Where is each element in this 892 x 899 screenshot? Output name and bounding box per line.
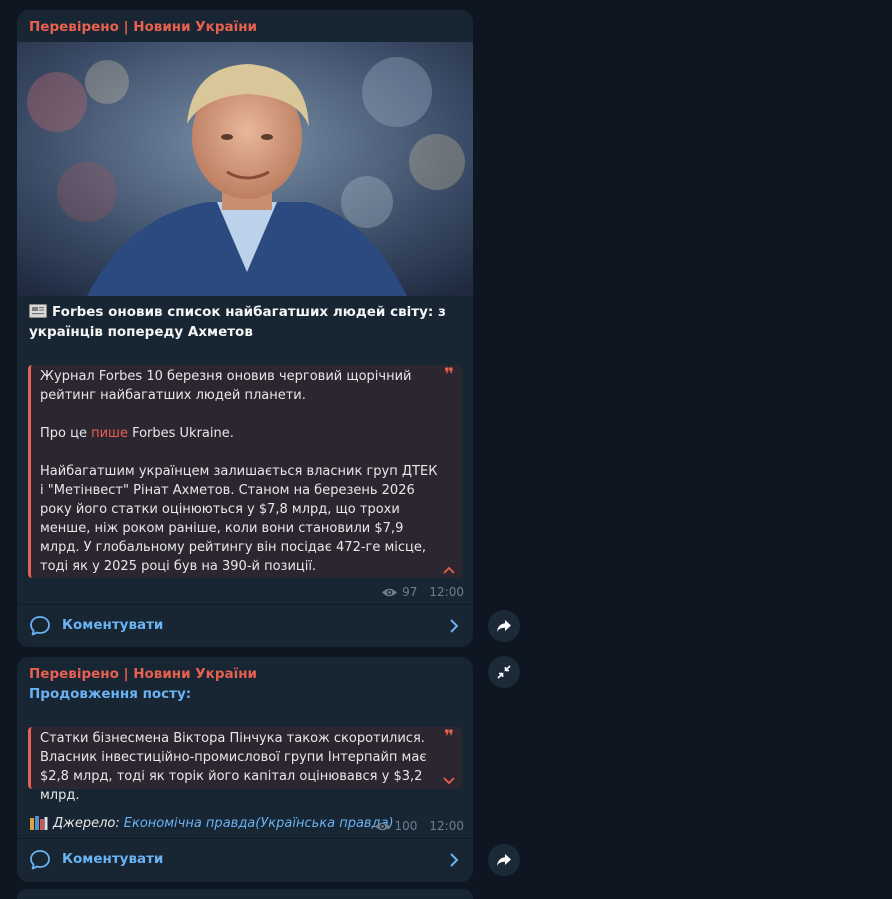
- quote-paragraph: Статки бізнесмена Віктора Пінчука також …: [40, 731, 427, 803]
- channel-name[interactable]: Перевірено | Новини України: [29, 19, 257, 35]
- comment-button[interactable]: Коментувати: [17, 605, 473, 647]
- post-meta: 97 12:00: [381, 585, 464, 599]
- message-bubble: Перевірено | Новини України Продовження …: [17, 657, 473, 882]
- view-count: 100: [394, 819, 418, 833]
- message-bubble: Перевірено | Новини України Forbes онови…: [17, 10, 473, 647]
- post-headline: Forbes оновив список найбагатших людей с…: [29, 302, 459, 342]
- quote-paragraph: Про це пише Forbes Ukraine.: [40, 426, 234, 441]
- quote-block[interactable]: ❞ Статки бізнесмена Віктора Пінчука тако…: [28, 727, 462, 803]
- view-count: 97: [402, 585, 418, 599]
- source-link[interactable]: Економічна правда(Українська правда): [124, 816, 394, 831]
- quote-paragraph: Журнал Forbes 10 березня оновив черговий…: [40, 369, 412, 403]
- continuation-label: Продовження посту:: [29, 686, 192, 702]
- books-icon: [30, 816, 48, 830]
- share-arrow-icon: [497, 620, 511, 632]
- comment-bubble-icon: [30, 616, 50, 636]
- quote-mark-icon: ❞: [444, 727, 454, 747]
- timestamp: 12:00: [429, 585, 464, 599]
- post-photo[interactable]: [17, 42, 473, 296]
- next-message-bubble: [17, 889, 473, 899]
- comment-label: Коментувати: [62, 851, 164, 867]
- quote-mark-icon: ❞: [444, 365, 454, 385]
- source-label: Джерело:: [53, 815, 120, 831]
- share-button[interactable]: [488, 610, 520, 642]
- eye-icon: [374, 822, 390, 830]
- chevron-up-icon[interactable]: [443, 566, 455, 574]
- post-meta: 100 12:00: [374, 819, 464, 833]
- comment-button[interactable]: Коментувати: [17, 839, 473, 881]
- share-arrow-icon: [497, 854, 511, 866]
- headline-text: Forbes оновив список найбагатших людей с…: [29, 304, 446, 340]
- newspaper-icon: [29, 304, 47, 318]
- share-button[interactable]: [488, 844, 520, 876]
- quote-paragraph: Найбагатшим українцем залишається власни…: [40, 464, 438, 574]
- chevron-right-icon: [450, 619, 459, 633]
- chevron-right-icon: [450, 853, 459, 867]
- collapse-button[interactable]: [488, 656, 520, 688]
- source-line: Джерело: Економічна правда(Українська пр…: [29, 815, 394, 831]
- source-link[interactable]: пише: [91, 426, 128, 441]
- quote-block[interactable]: ❞ Журнал Forbes 10 березня оновив чергов…: [28, 365, 462, 578]
- comment-bubble-icon: [30, 850, 50, 870]
- timestamp: 12:00: [429, 819, 464, 833]
- eye-icon: [382, 588, 398, 596]
- comment-label: Коментувати: [62, 617, 164, 633]
- chevron-down-icon[interactable]: [443, 777, 455, 785]
- channel-name[interactable]: Перевірено | Новини України: [29, 666, 257, 682]
- collapse-arrows-icon: [497, 665, 511, 679]
